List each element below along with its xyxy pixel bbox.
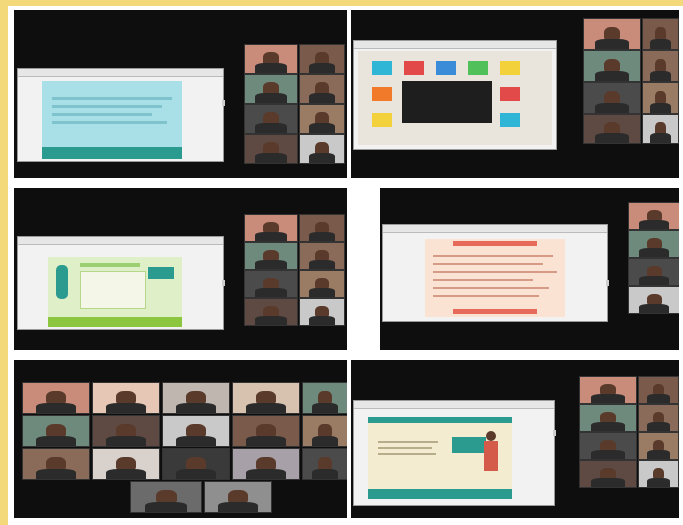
presentation-slide [425,239,565,317]
screen-share-window[interactable] [17,236,224,330]
participant-tile[interactable] [299,270,345,298]
browser-toolbar[interactable] [354,401,554,409]
participant-tile[interactable] [642,18,679,50]
participant-tile[interactable] [299,242,345,270]
participant-tile[interactable] [204,481,272,513]
frame-border-top [0,0,683,6]
scroll-indicator[interactable] [222,280,225,286]
browser-toolbar[interactable] [18,69,223,77]
participant-tile[interactable] [244,298,298,326]
participant-tile[interactable] [583,50,641,82]
screen-share-window[interactable] [382,224,608,322]
participant-tile[interactable] [244,74,298,104]
browser-toolbar[interactable] [383,225,607,233]
presentation-slide [48,257,182,327]
participant-tile[interactable] [579,404,637,432]
participant-tile[interactable] [299,44,345,74]
presentation-slide [358,51,552,145]
participant-tile[interactable] [244,270,298,298]
participant-tile[interactable] [628,258,679,286]
participant-tile[interactable] [162,448,230,480]
meeting-panel-4 [380,188,679,350]
participant-tile[interactable] [299,214,345,242]
participant-tile[interactable] [299,74,345,104]
presentation-slide [368,417,512,499]
participant-tile[interactable] [22,448,90,480]
participant-tile[interactable] [232,382,300,414]
participant-tile[interactable] [244,214,298,242]
screen-share-window[interactable] [353,400,555,506]
screen-share-window[interactable] [17,68,224,162]
participant-tile[interactable] [579,460,637,488]
participant-tile[interactable] [642,114,679,144]
frame-border-left [0,0,8,525]
participant-tile[interactable] [244,104,298,134]
participant-tile[interactable] [130,481,202,513]
meeting-panel-1 [14,10,347,178]
meeting-panel-5 [14,360,347,518]
participant-tile[interactable] [232,415,300,447]
scroll-indicator[interactable] [553,430,556,436]
participant-tile[interactable] [162,382,230,414]
browser-toolbar[interactable] [354,41,556,49]
participant-tile[interactable] [299,134,345,164]
participant-tile[interactable] [638,376,679,404]
participant-tile[interactable] [583,114,641,144]
participant-tile[interactable] [628,202,679,230]
participant-tile[interactable] [299,298,345,326]
scroll-indicator[interactable] [222,100,225,106]
participant-tile[interactable] [642,50,679,82]
participant-tile[interactable] [92,382,160,414]
participant-tile[interactable] [638,460,679,488]
participant-tile[interactable] [579,432,637,460]
participant-tile[interactable] [22,415,90,447]
participant-tile[interactable] [579,376,637,404]
participant-tile[interactable] [232,448,300,480]
participant-tile[interactable] [302,415,347,447]
participant-tile[interactable] [638,432,679,460]
participant-tile[interactable] [583,82,641,114]
participant-tile[interactable] [302,382,347,414]
participant-tile[interactable] [628,230,679,258]
participant-tile[interactable] [642,82,679,114]
participant-tile[interactable] [638,404,679,432]
participant-tile[interactable] [162,415,230,447]
participant-tile[interactable] [302,448,347,480]
participant-tile[interactable] [92,448,160,480]
participant-tile[interactable] [628,286,679,314]
browser-toolbar[interactable] [18,237,223,245]
meeting-panel-2 [351,10,679,178]
meeting-panel-6 [351,360,679,518]
participant-tile[interactable] [244,134,298,164]
participant-tile[interactable] [92,415,160,447]
participant-tile[interactable] [244,242,298,270]
screen-share-window[interactable] [353,40,557,150]
participant-tile[interactable] [22,382,90,414]
scroll-indicator[interactable] [606,280,609,286]
presentation-slide [42,81,182,159]
participant-tile[interactable] [583,18,641,50]
participant-tile[interactable] [244,44,298,74]
participant-tile[interactable] [299,104,345,134]
meeting-panel-3 [14,188,347,350]
